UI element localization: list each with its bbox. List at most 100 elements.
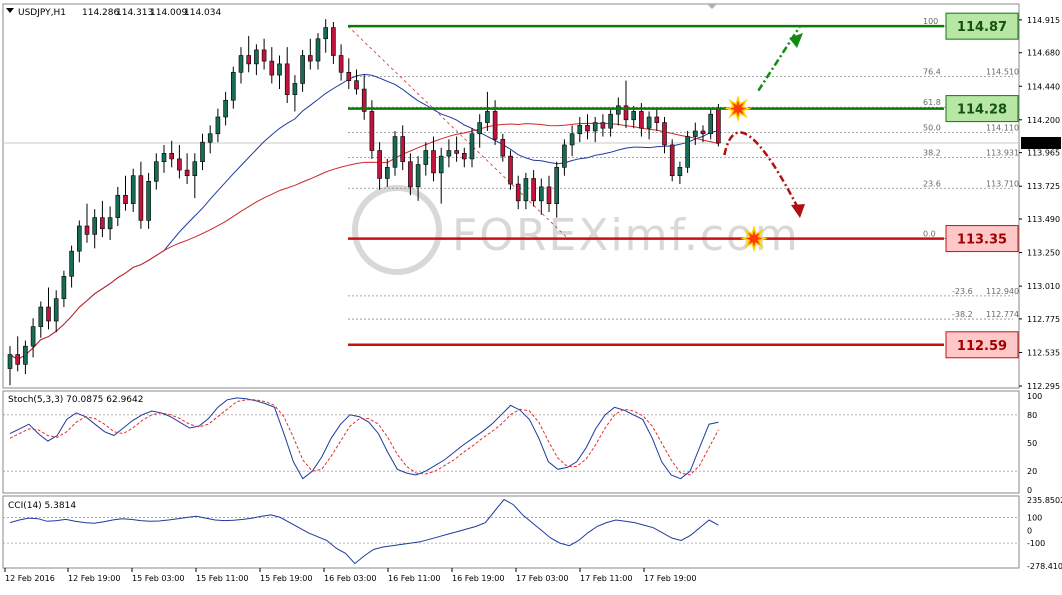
fib-level-label: 76.4 — [923, 67, 941, 76]
key-level-label: 113.35 — [957, 233, 1007, 248]
candle-body — [123, 194, 128, 204]
time-tick-label: 16 Feb 03:00 — [324, 574, 376, 583]
cci-tick-label: 0 — [1027, 526, 1032, 535]
candle-body — [92, 217, 97, 235]
fib-level-label: 61.8 — [923, 98, 941, 107]
candle-body — [446, 150, 452, 157]
cci-tick-label: -278.4105 — [1027, 562, 1062, 571]
stoch-tick-label: 100 — [1027, 392, 1042, 401]
candle-body — [592, 122, 598, 132]
stoch-signal-line — [9, 399, 719, 476]
candle-body — [369, 111, 375, 151]
candle-body — [492, 111, 498, 140]
price-tick-label: 113.965 — [1027, 149, 1060, 158]
price-tick-label: 112.775 — [1027, 315, 1060, 324]
price-panel: 114.915 114.680 114.440 114.200 113.965 113.7… — [3, 12, 1061, 391]
candle-body — [692, 130, 698, 137]
watermark-logo-icon — [352, 185, 442, 275]
candle-body — [338, 55, 344, 73]
fib-level-label: 0.0 — [923, 230, 936, 239]
fib-price-label: 114.510 — [986, 67, 1019, 76]
fib-price-label: 113.931 — [986, 148, 1019, 157]
bearish-scenario-arrow — [723, 131, 802, 213]
candle-body — [61, 276, 67, 299]
price-tick-label: 113.250 — [1027, 249, 1060, 258]
price-tick-label: 113.010 — [1027, 282, 1060, 291]
high-value: 114.313 — [116, 8, 153, 18]
candle-body — [184, 169, 190, 176]
candle-body — [569, 133, 575, 146]
candle-body — [654, 116, 660, 123]
stoch-panel: 100 80 50 20 0 — [3, 392, 1042, 495]
price-tick-label: 112.295 — [1027, 382, 1060, 391]
cci-tick-label: -100 — [1027, 539, 1045, 548]
cci-panel-frame — [2, 495, 1020, 569]
candle-body — [284, 63, 290, 95]
candle-body — [107, 217, 113, 230]
time-tick-label: 16 Feb 19:00 — [452, 574, 504, 583]
candle-body — [130, 175, 136, 204]
candle-body — [84, 225, 90, 235]
time-tick-label: 12 Feb 2016 — [5, 574, 55, 583]
time-tick-label: 15 Feb 19:00 — [260, 574, 312, 583]
fib-level-label: 38.2 — [923, 148, 941, 157]
candle-body — [577, 125, 583, 135]
candle-body — [77, 225, 82, 252]
candle-body — [600, 122, 606, 129]
key-level-label: 114.87 — [957, 20, 1007, 35]
candle-body — [523, 178, 529, 202]
fib-price-label: 112.940 — [986, 287, 1019, 296]
candle-body — [300, 55, 305, 84]
candle-body — [315, 38, 321, 62]
price-tick-label: 113.490 — [1027, 215, 1060, 224]
candle-body — [431, 150, 436, 174]
candle-body — [7, 354, 13, 369]
candle-body — [23, 345, 28, 365]
fib-level-label: 50.0 — [923, 123, 941, 132]
time-tick-label: 16 Feb 11:00 — [388, 574, 440, 583]
chart-canvas: FOREXimf.com USDJPY,H1 114.286 114.313 1… — [2, 3, 1062, 583]
collapse-triangle-icon[interactable] — [6, 8, 14, 13]
cci-tick-label: 235.8502 — [1027, 496, 1062, 505]
price-tick-label: 114.680 — [1027, 49, 1060, 58]
candle-body — [169, 153, 174, 160]
candle-body — [438, 155, 444, 174]
candle-body — [392, 136, 398, 168]
candle-body — [669, 144, 675, 176]
fib-level-label: 23.6 — [923, 179, 941, 188]
candle-body — [100, 217, 105, 230]
symbol-label: USDJPY,H1 — [18, 8, 66, 18]
candle-body — [631, 111, 637, 121]
time-tick-label: 15 Feb 03:00 — [132, 574, 184, 583]
candle-body — [53, 298, 59, 322]
candle-body — [277, 63, 282, 76]
price-tick-label: 114.915 — [1027, 16, 1060, 25]
candle-body — [615, 105, 621, 115]
candle-body — [15, 354, 20, 365]
cci-title: CCI(14) 5.3814 — [8, 501, 76, 511]
candle-body — [200, 141, 205, 163]
candle-body — [500, 139, 506, 157]
fib-level-label: 100 — [923, 17, 938, 26]
price-panel-frame — [2, 3, 1020, 389]
candle-body — [408, 161, 413, 188]
time-tick-label: 17 Feb 03:00 — [516, 574, 568, 583]
candle-body — [292, 83, 298, 95]
candle-body — [323, 27, 329, 40]
candle-body — [261, 49, 267, 62]
candle-body — [554, 167, 560, 204]
candle-body — [646, 116, 652, 129]
candle-body — [207, 133, 213, 143]
candle-body — [346, 71, 352, 81]
shift-marker-icon[interactable] — [707, 4, 717, 9]
candle-body — [662, 122, 667, 146]
fib-price-label: 114.110 — [986, 123, 1019, 132]
chart-header: USDJPY,H1 114.286 114.313 114.009 114.03… — [6, 4, 717, 18]
candle-body — [331, 27, 336, 56]
stoch-tick-label: 0 — [1027, 486, 1032, 495]
bullish-scenario-arrow — [757, 25, 802, 92]
candle-body — [469, 133, 475, 160]
stoch-title: Stoch(5,3,3) 70.0875 62.9642 — [8, 395, 143, 405]
candle-body — [30, 326, 36, 347]
candle-body — [562, 144, 567, 168]
